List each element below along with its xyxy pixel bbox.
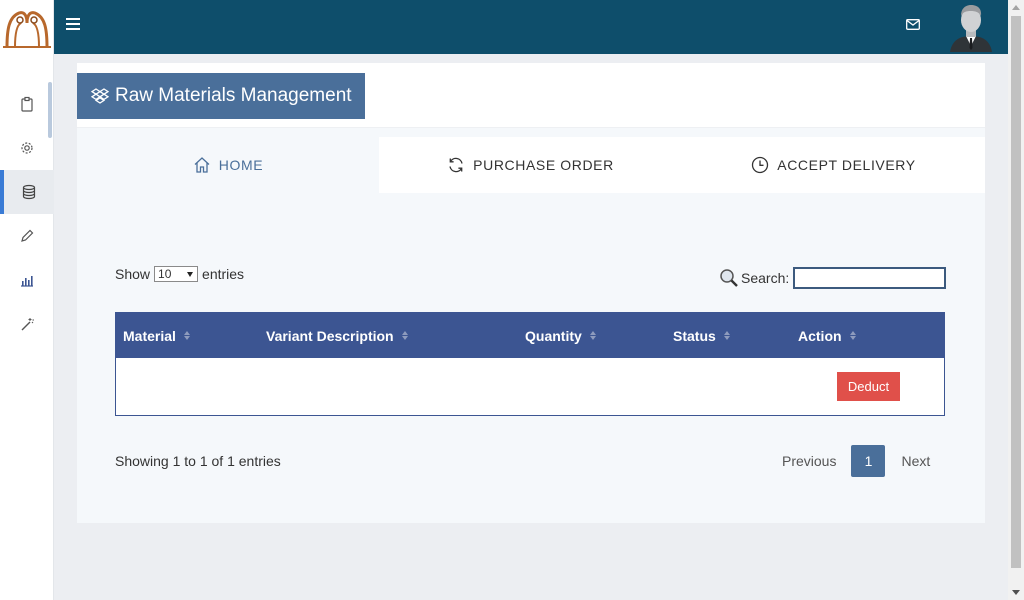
entries-label: entries (202, 266, 245, 282)
search-icon (720, 269, 738, 287)
page-title: Raw Materials Management (77, 73, 365, 119)
column-header-label: Material (123, 327, 176, 344)
chevron-down-icon (187, 272, 194, 277)
bar-chart-icon (21, 276, 33, 287)
previous-page-button[interactable]: Previous (782, 453, 836, 469)
mail-icon[interactable] (906, 19, 920, 30)
clock-icon (752, 156, 769, 174)
clipboard-icon (21, 96, 33, 112)
tab-home-label: HOME (218, 157, 264, 173)
column-header-label: Action (798, 327, 842, 344)
scroll-up-arrow-icon[interactable] (1012, 5, 1020, 10)
column-header-action[interactable]: Action (798, 313, 856, 358)
sort-icon (723, 331, 730, 340)
card-header: Raw Materials Management (77, 63, 985, 128)
sort-icon (401, 331, 408, 340)
show-label: Show (115, 266, 151, 282)
column-header-variant-description[interactable]: Variant Description (266, 313, 408, 358)
page-title-text: Raw Materials Management (115, 85, 352, 106)
sidebar-item-database[interactable] (0, 170, 54, 214)
pagination: Previous 1 Next (782, 445, 930, 477)
entries-select[interactable]: 10 (154, 266, 199, 282)
entries-select-value: 10 (158, 267, 172, 281)
search-label: Search: (741, 270, 790, 286)
refresh-icon (449, 157, 463, 173)
user-avatar[interactable] (946, 2, 996, 52)
scrollbar-thumb[interactable] (1011, 16, 1021, 568)
scroll-down-arrow-icon[interactable] (1012, 590, 1020, 595)
materials-table: Material Variant Description Quantity St… (115, 312, 945, 416)
sidebar-item-edit[interactable] (0, 214, 54, 258)
gear-icon (21, 142, 33, 154)
sidebar-item-tools[interactable] (0, 302, 54, 346)
page-1-button[interactable]: 1 (851, 445, 886, 477)
hamburger-icon[interactable] (66, 18, 80, 32)
column-header-quantity[interactable]: Quantity (525, 313, 596, 358)
top-navbar (54, 0, 1008, 54)
home-icon (194, 157, 210, 173)
dropbox-icon (91, 88, 109, 104)
sidebar-item-clipboard[interactable] (0, 82, 54, 126)
sort-icon (589, 331, 596, 340)
page-scrollbar[interactable] (1008, 0, 1024, 600)
tab-accept-delivery-label: ACCEPT DELIVERY (777, 157, 916, 173)
sort-icon (849, 331, 856, 340)
next-page-button[interactable]: Next (901, 453, 930, 469)
pencil-icon (21, 229, 34, 242)
column-header-label: Variant Description (266, 327, 394, 344)
search-control: Search: (719, 267, 947, 289)
tab-purchase-order[interactable]: PURCHASE ORDER (379, 137, 682, 193)
sidebar-item-settings[interactable] (0, 126, 54, 170)
search-input[interactable] (793, 267, 947, 289)
sidebar-item-reports[interactable] (0, 258, 54, 302)
app-logo[interactable] (0, 0, 54, 54)
table-header: Material Variant Description Quantity St… (116, 313, 944, 358)
content-card: Raw Materials Management HOME PURCHASE O… (77, 63, 985, 523)
column-header-label: Status (673, 327, 716, 344)
tab-purchase-order-label: PURCHASE ORDER (473, 157, 614, 173)
sort-icon (183, 331, 190, 340)
table-info: Showing 1 to 1 of 1 entries (115, 453, 281, 469)
tab-bar: HOME PURCHASE ORDER ACCEPT DELIVERY (77, 137, 985, 193)
sidebar (0, 0, 54, 600)
deduct-button[interactable]: Deduct (837, 372, 900, 401)
database-icon (22, 184, 36, 200)
entries-control: Show 10 entries (115, 266, 244, 282)
tab-home[interactable]: HOME (77, 137, 379, 193)
magic-wand-icon (21, 318, 34, 331)
column-header-label: Quantity (525, 327, 582, 344)
column-header-status[interactable]: Status (673, 313, 730, 358)
column-header-material[interactable]: Material (123, 313, 190, 358)
tab-accept-delivery[interactable]: ACCEPT DELIVERY (682, 137, 985, 193)
